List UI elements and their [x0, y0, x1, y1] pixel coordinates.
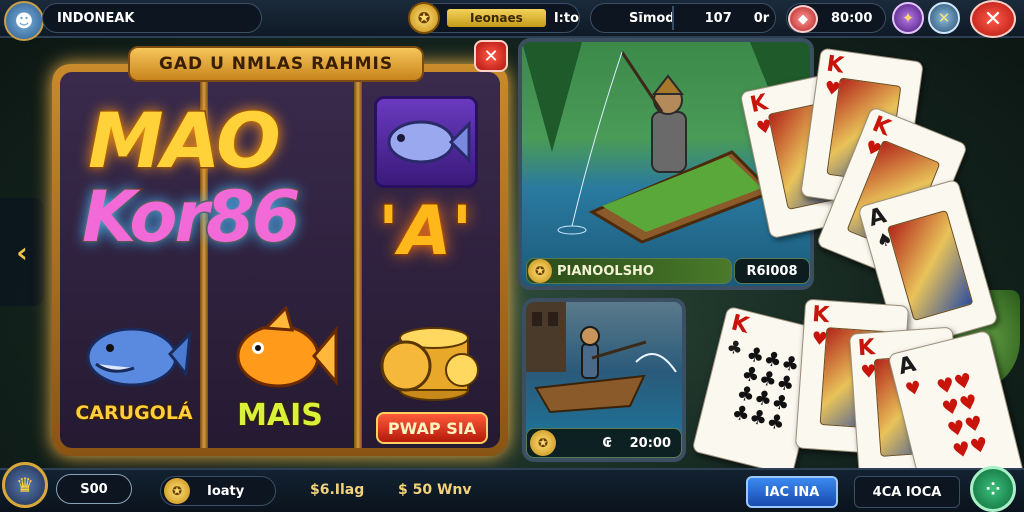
crown-icon[interactable]: ♛: [2, 462, 48, 508]
reel-label-mid: MAIS: [236, 397, 324, 434]
win-label: $ 50 Wnv: [398, 482, 472, 498]
player-name-pill: INDONEAK: [42, 3, 262, 33]
balance-value: S00: [80, 481, 108, 497]
slot-close-icon[interactable]: ✕: [474, 40, 508, 72]
fishing-coin-icon: ✪: [528, 259, 552, 283]
gem-icon: ◆: [788, 5, 818, 33]
primary-button[interactable]: ІАС ІNА: [746, 476, 838, 508]
close-icon[interactable]: ✕: [970, 0, 1016, 38]
slot-reels: MAO Kor86 'A' CARUGOLÁ MAIS PWAP SIA: [60, 72, 500, 448]
stats-pill: Sīmod 107 0r: [590, 3, 776, 33]
bet-label: $6.Ilag: [310, 482, 365, 498]
slot-machine-panel: MAO Kor86 'A' CARUGOLÁ MAIS PWAP SIA: [52, 64, 508, 456]
coin-stack-symbol: [376, 308, 482, 408]
boat-coin-icon: ✪: [530, 430, 556, 456]
coin-bar-label: Ieonaes: [470, 11, 523, 25]
coin-amount: I:to: [553, 10, 579, 26]
whale-symbol: [82, 312, 192, 406]
fishing-name: PIANOOLSHO: [557, 263, 654, 279]
slot-banner-text: GAD U NMLAS RAHMIS: [158, 54, 394, 74]
boat-currency: ₢: [602, 435, 612, 451]
player-name: INDONEAK: [57, 10, 135, 26]
reel-separator-2: [354, 72, 362, 448]
tools-icon[interactable]: ✕: [928, 2, 960, 34]
coin-icon: ✪: [408, 2, 440, 34]
cards-area: K ♥ K ♥ K ♥ A ♠ K ♣ ♣♣♣ ♣♣♣ ♣♣♣ ♣♣♣ K ♥ K ♥ A ♥ …: [690, 40, 1024, 501]
coin-bar: Ieonaes: [447, 9, 546, 27]
avatar-icon[interactable]: ☻: [4, 1, 44, 41]
balance-pill[interactable]: S00: [56, 474, 132, 504]
stat-value-2: 0r: [753, 10, 770, 26]
reel-action-label: PWAP SIA: [387, 418, 477, 438]
whale-icon: [86, 327, 192, 387]
fish-symbol-tile: [374, 96, 478, 188]
boat-value: 20:00: [629, 435, 671, 451]
stat-value-1: 107: [704, 10, 732, 26]
primary-button-label: ІАС ІNА: [764, 484, 820, 500]
gem-value: 80:00: [831, 10, 873, 26]
coin-stack-icon: [380, 327, 479, 401]
game-logo-line1: MAO: [87, 95, 283, 187]
stat-divider: [672, 6, 674, 30]
magic-icon[interactable]: ✦: [892, 2, 924, 34]
game-logo-line2: Kor86: [80, 175, 301, 260]
reel-action-button[interactable]: PWAP SIA: [376, 412, 488, 444]
menu-icon[interactable]: ⁘: [970, 466, 1016, 512]
symbol-a: 'A': [376, 191, 473, 273]
reel-label-left: CARUGOLÁ: [74, 401, 193, 425]
boat-scene: [526, 302, 677, 414]
chevron-left-icon[interactable]: ‹: [0, 198, 44, 306]
slot-banner-title: GAD U NMLAS RAHMIS: [128, 46, 424, 82]
bottom-coin-icon: ✪: [164, 478, 190, 504]
goldfish-icon: [236, 305, 338, 388]
stat-label: Sīmod: [629, 10, 675, 26]
secondary-button-label: 4СА ІОСА: [872, 484, 942, 500]
fish-icon: [387, 120, 471, 164]
secondary-button[interactable]: 4СА ІОСА: [854, 476, 960, 508]
goldfish-symbol: [226, 305, 338, 406]
coin-label: Ioaty: [207, 483, 245, 499]
